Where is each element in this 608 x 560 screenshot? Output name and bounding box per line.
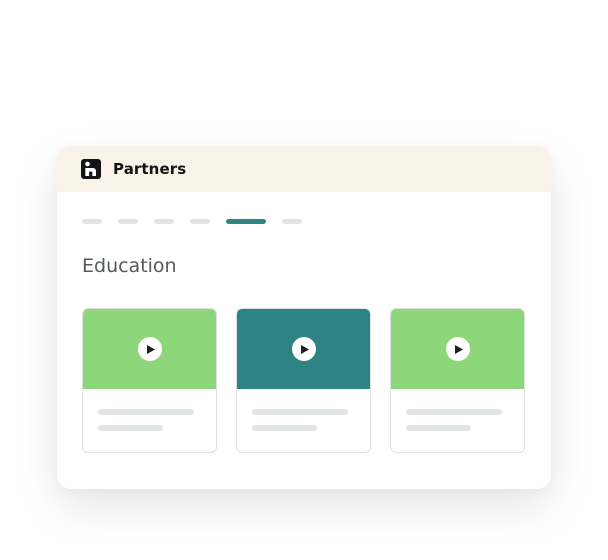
play-button[interactable] <box>445 337 470 361</box>
step-indicator[interactable] <box>118 219 138 224</box>
video-tile[interactable] <box>82 308 217 453</box>
video-tile[interactable] <box>390 308 525 453</box>
step-indicator[interactable] <box>282 219 302 224</box>
brand-name: Partners <box>113 160 187 178</box>
step-indicator[interactable] <box>82 219 102 224</box>
video-tiles <box>82 308 525 453</box>
play-icon <box>454 344 463 354</box>
play-icon <box>300 344 309 354</box>
partners-card: Partners Education <box>57 146 551 489</box>
partners-logo-icon <box>81 159 101 179</box>
step-progress <box>82 219 318 224</box>
step-indicator[interactable] <box>190 219 210 224</box>
step-indicator[interactable] <box>154 219 174 224</box>
card-header: Partners <box>57 146 551 192</box>
placeholder-line <box>252 409 348 415</box>
play-button[interactable] <box>291 337 316 361</box>
placeholder-line <box>406 409 502 415</box>
placeholder-line <box>252 425 317 431</box>
placeholder-line <box>98 409 194 415</box>
play-button[interactable] <box>137 337 162 361</box>
video-tile[interactable] <box>236 308 371 453</box>
video-thumbnail[interactable] <box>83 309 216 389</box>
play-icon <box>146 344 155 354</box>
placeholder-line <box>406 425 471 431</box>
step-indicator-active[interactable] <box>226 219 266 224</box>
video-thumbnail[interactable] <box>237 309 370 389</box>
placeholder-line <box>98 425 163 431</box>
video-thumbnail[interactable] <box>391 309 524 389</box>
section-title: Education <box>82 255 177 277</box>
